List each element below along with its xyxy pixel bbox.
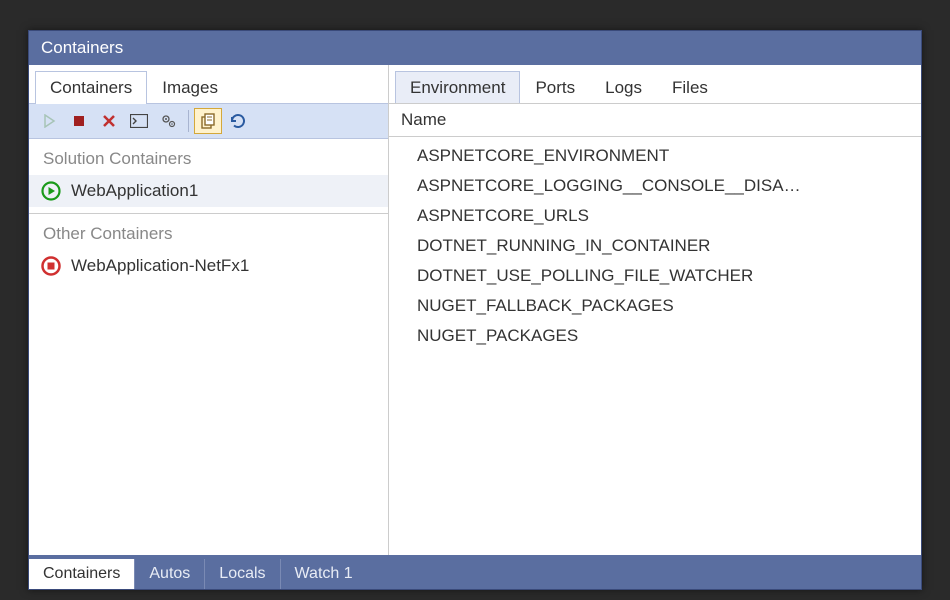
right-panel: Environment Ports Logs Files Name ASPNET…: [389, 65, 921, 555]
right-tabstrip: Environment Ports Logs Files: [395, 71, 921, 104]
tab-files[interactable]: Files: [657, 71, 723, 104]
bottom-tab-locals[interactable]: Locals: [204, 559, 279, 589]
env-var-row[interactable]: NUGET_PACKAGES: [389, 321, 921, 351]
refresh-button[interactable]: [224, 108, 252, 134]
tab-containers[interactable]: Containers: [35, 71, 147, 104]
env-var-list: ASPNETCORE_ENVIRONMENT ASPNETCORE_LOGGIN…: [389, 137, 921, 355]
gear-icon: [160, 113, 178, 129]
env-var-row[interactable]: ASPNETCORE_URLS: [389, 201, 921, 231]
play-icon: [42, 114, 56, 128]
env-var-row[interactable]: ASPNETCORE_LOGGING__CONSOLE__DISA…: [389, 171, 921, 201]
containers-tool-window: Containers Containers Images: [28, 30, 922, 590]
copy-icon: [199, 112, 217, 130]
env-var-row[interactable]: ASPNETCORE_ENVIRONMENT: [389, 141, 921, 171]
refresh-icon: [229, 112, 247, 130]
other-containers-header: Other Containers: [29, 214, 388, 250]
env-var-row[interactable]: DOTNET_RUNNING_IN_CONTAINER: [389, 231, 921, 261]
tab-logs[interactable]: Logs: [590, 71, 657, 104]
delete-button[interactable]: [95, 108, 123, 134]
bottom-tab-containers[interactable]: Containers: [29, 559, 134, 589]
env-column-header[interactable]: Name: [389, 103, 921, 137]
terminal-button[interactable]: [125, 108, 153, 134]
stop-icon: [72, 114, 86, 128]
copy-button[interactable]: [194, 108, 222, 134]
tab-environment[interactable]: Environment: [395, 71, 520, 104]
window-body: Containers Images: [29, 65, 921, 589]
running-icon: [41, 181, 61, 201]
terminal-icon: [130, 114, 148, 128]
start-button[interactable]: [35, 108, 63, 134]
container-toolbar: [29, 103, 388, 139]
tab-images[interactable]: Images: [147, 71, 233, 104]
container-name: WebApplication1: [71, 181, 198, 201]
bottom-tab-watch1[interactable]: Watch 1: [280, 559, 367, 589]
settings-button[interactable]: [155, 108, 183, 134]
env-var-row[interactable]: DOTNET_USE_POLLING_FILE_WATCHER: [389, 261, 921, 291]
left-panel: Containers Images: [29, 65, 389, 555]
toolbar-separator: [188, 110, 189, 132]
container-item-webapplication-netfx1[interactable]: WebApplication-NetFx1: [29, 250, 388, 282]
env-var-row[interactable]: NUGET_FALLBACK_PACKAGES: [389, 291, 921, 321]
container-item-webapplication1[interactable]: WebApplication1: [29, 175, 388, 207]
stopped-icon: [41, 256, 61, 276]
stop-button[interactable]: [65, 108, 93, 134]
bottom-tabstrip: Containers Autos Locals Watch 1: [29, 555, 921, 589]
solution-containers-header: Solution Containers: [29, 139, 388, 175]
tab-ports[interactable]: Ports: [520, 71, 590, 104]
container-name: WebApplication-NetFx1: [71, 256, 249, 276]
window-title: Containers: [29, 31, 921, 65]
content-area: Containers Images: [29, 65, 921, 555]
delete-icon: [101, 113, 117, 129]
left-tabstrip: Containers Images: [35, 71, 388, 104]
bottom-tab-autos[interactable]: Autos: [134, 559, 204, 589]
